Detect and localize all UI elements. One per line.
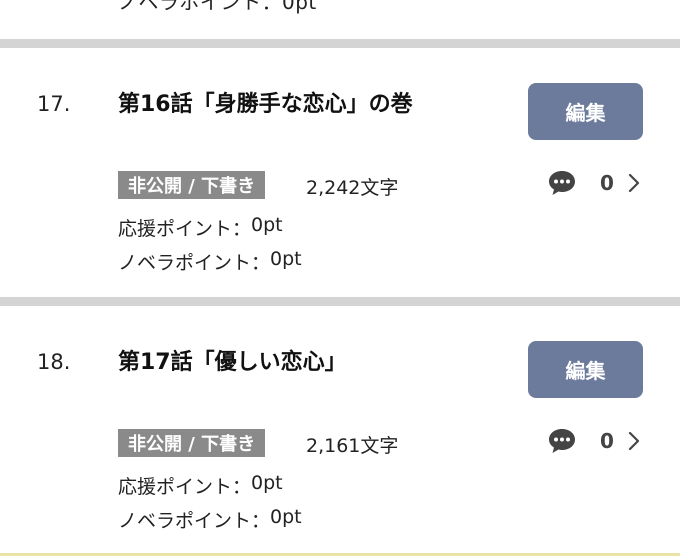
comment-count[interactable]: 0 — [600, 171, 614, 195]
episode-row: 17. 第16話「身勝手な恋心」の巻 編集 非公開 / 下書き 2,242文字 … — [0, 48, 680, 298]
comment-icon[interactable] — [547, 169, 577, 197]
novela-points-label: ノベラポイント： — [118, 252, 271, 274]
support-points-value: 0pt — [251, 472, 283, 494]
chevron-right-icon[interactable] — [626, 430, 642, 452]
comment-icon[interactable] — [547, 427, 577, 455]
status-badge: 非公開 / 下書き — [118, 429, 266, 457]
novela-points-value: 0pt — [270, 506, 302, 528]
episode-number: 18. — [37, 350, 71, 374]
episode-number: 17. — [37, 92, 71, 116]
episode-title[interactable]: 第16話「身勝手な恋心」の巻 — [118, 86, 413, 118]
edit-button[interactable]: 編集 — [528, 83, 643, 140]
novela-points-value: 0pt — [270, 248, 302, 270]
novela-points: ノベラポイント： 0pt — [118, 248, 302, 275]
episode-row: 18. 第17話「優しい恋心」 編集 非公開 / 下書き 2,161文字 0 応… — [0, 306, 680, 556]
support-points-label: 応援ポイント： — [118, 476, 252, 498]
comment-count[interactable]: 0 — [600, 429, 614, 453]
support-points-label: 応援ポイント： — [118, 218, 252, 240]
character-count: 2,242文字 — [306, 177, 399, 199]
episode-title[interactable]: 第17話「優しい恋心」 — [118, 344, 347, 376]
support-points: 応援ポイント： 0pt — [118, 472, 283, 499]
support-points: 応援ポイント： 0pt — [118, 214, 283, 241]
previous-episode-novela-points: ノベラポイント：0pt — [118, 0, 317, 14]
novela-points-label: ノベラポイント： — [118, 510, 271, 532]
chevron-right-icon[interactable] — [626, 172, 642, 194]
support-points-value: 0pt — [251, 214, 283, 236]
section-divider — [0, 297, 680, 306]
edit-button[interactable]: 編集 — [528, 341, 643, 398]
character-count: 2,161文字 — [306, 435, 399, 457]
status-badge: 非公開 / 下書き — [118, 171, 266, 199]
novela-points: ノベラポイント： 0pt — [118, 506, 302, 533]
section-divider — [0, 39, 680, 48]
